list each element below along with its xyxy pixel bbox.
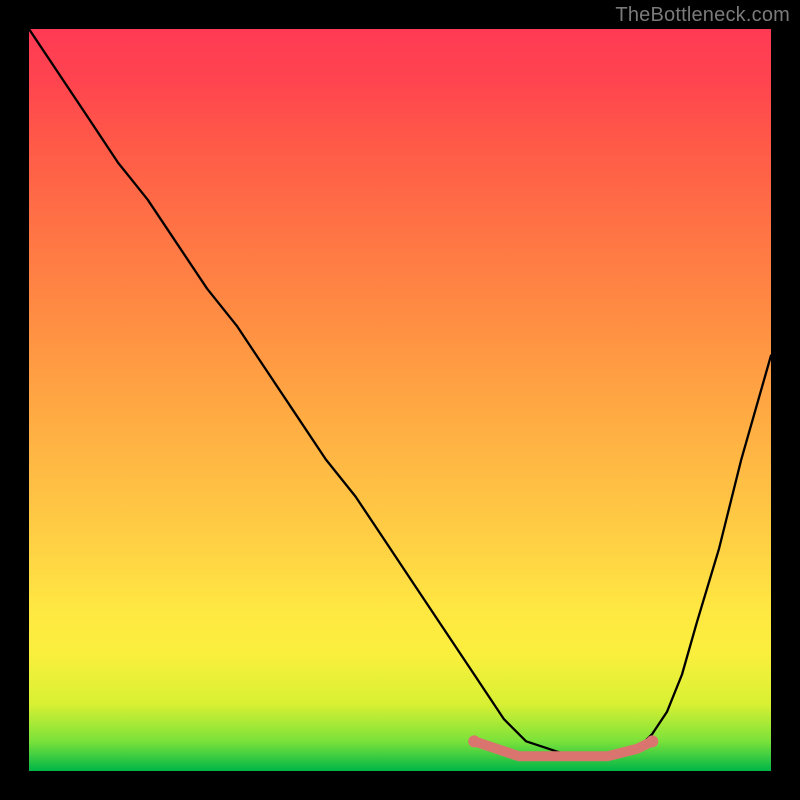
gradient-plot-area xyxy=(29,29,771,771)
chart-frame: TheBottleneck.com xyxy=(0,0,800,800)
trough-highlight xyxy=(474,741,652,756)
watermark-text: TheBottleneck.com xyxy=(615,4,790,27)
trough-start-dot xyxy=(468,735,480,747)
bottleneck-curve xyxy=(29,29,771,756)
curve-canvas xyxy=(29,29,771,771)
trough-end-dot xyxy=(646,735,658,747)
